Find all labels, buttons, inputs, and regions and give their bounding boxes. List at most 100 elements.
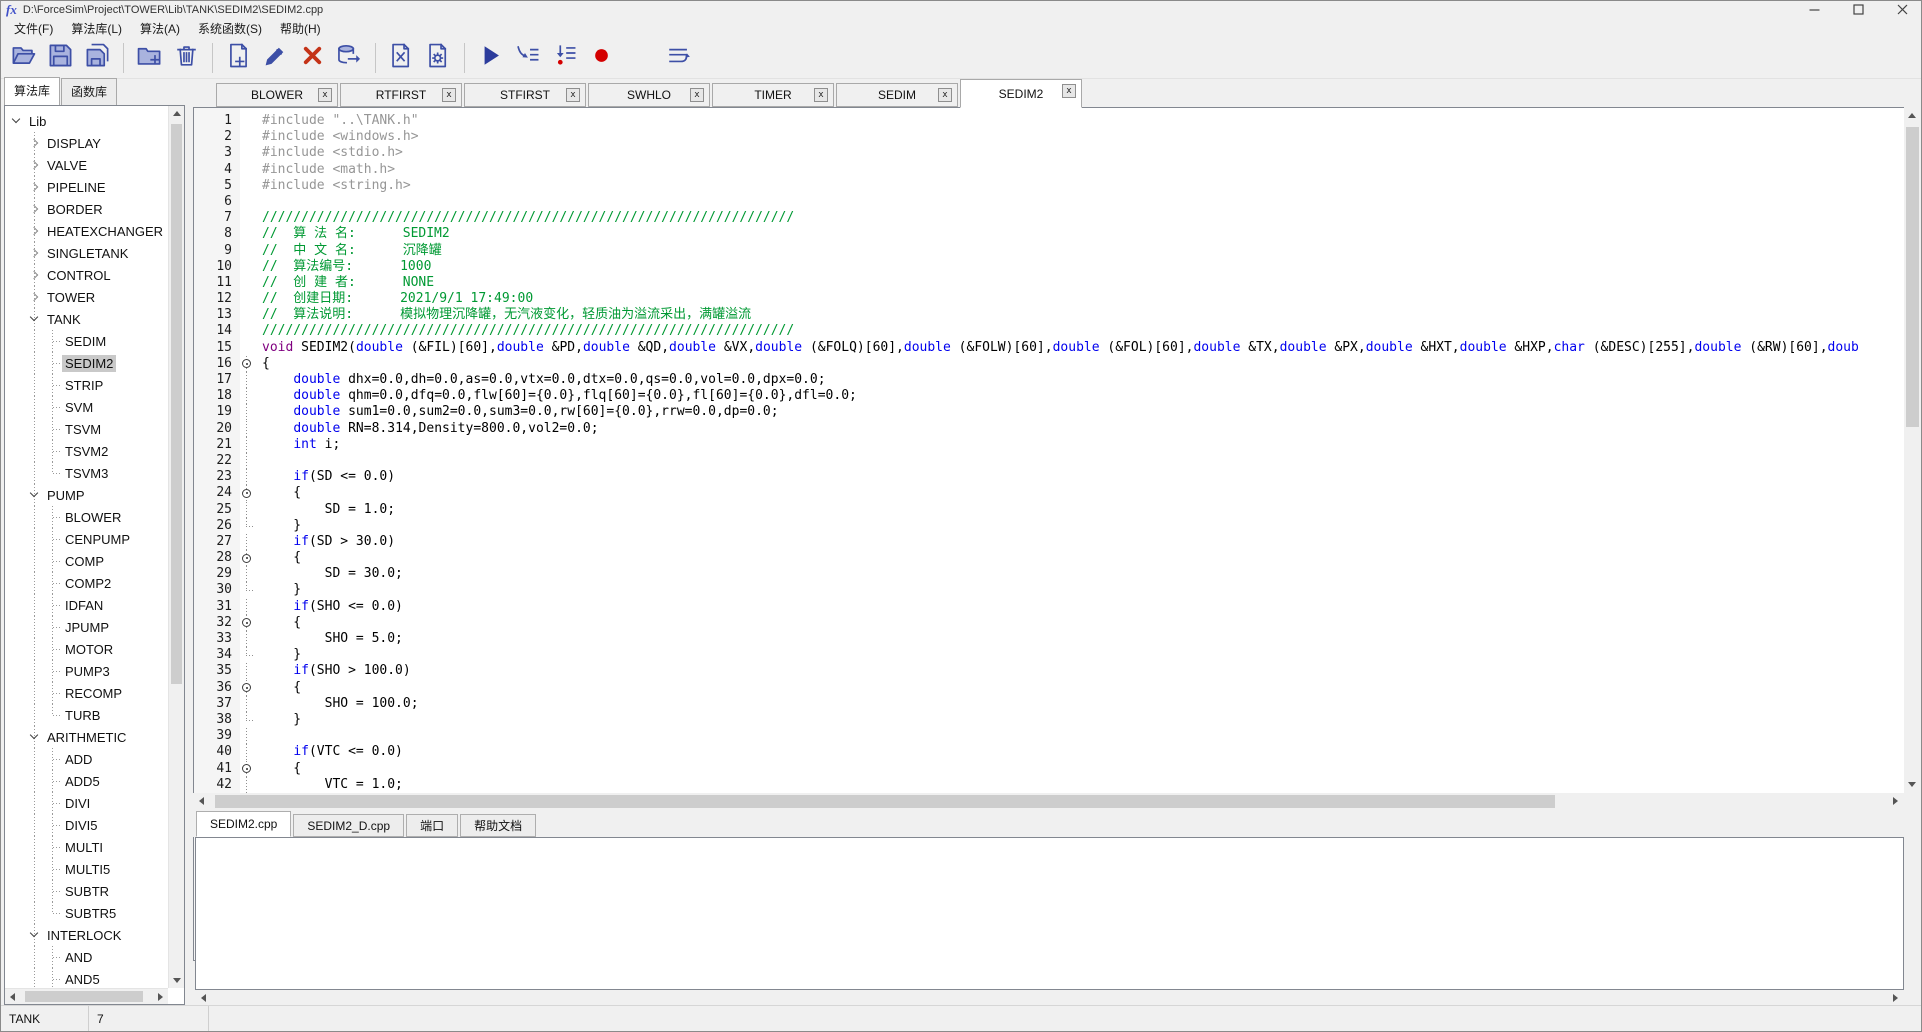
tree-item-DIVI5[interactable]: DIVI5 — [8, 814, 167, 836]
add-folder-button[interactable] — [131, 41, 168, 75]
tree-hscrollbar[interactable] — [5, 988, 168, 1004]
close-tab-icon[interactable]: x — [1062, 84, 1076, 98]
fold-marker[interactable] — [234, 615, 262, 631]
tree-vscroll-thumb[interactable] — [171, 124, 182, 684]
chevron-right-icon[interactable] — [26, 198, 44, 220]
tree-item-SVM[interactable]: SVM — [8, 396, 167, 418]
scroll-left-arrow-icon[interactable] — [10, 993, 15, 1001]
chevron-down-icon[interactable] — [26, 726, 44, 748]
tree-item-BORDER[interactable]: BORDER — [8, 198, 167, 220]
chevron-down-icon[interactable] — [26, 484, 44, 506]
tree-item-SEDIM2[interactable]: SEDIM2 — [8, 352, 167, 374]
chevron-right-icon[interactable] — [26, 242, 44, 264]
close-tab-icon[interactable]: x — [938, 88, 952, 102]
tree-item-COMP2[interactable]: COMP2 — [8, 572, 167, 594]
tree-item-MULTI[interactable]: MULTI — [8, 836, 167, 858]
tree-item-MOTOR[interactable]: MOTOR — [8, 638, 167, 660]
editor-tab-STFIRST[interactable]: STFIRSTx — [464, 83, 586, 107]
chevron-right-icon[interactable] — [26, 154, 44, 176]
fold-collapse-icon[interactable] — [242, 489, 251, 498]
chevron-down-icon[interactable] — [26, 924, 44, 946]
open-file-button[interactable] — [5, 41, 42, 75]
chevron-down-icon[interactable] — [26, 308, 44, 330]
chevron-right-icon[interactable] — [26, 220, 44, 242]
tree-item-PUMP[interactable]: PUMP — [8, 484, 167, 506]
tree-item-CENPUMP[interactable]: CENPUMP — [8, 528, 167, 550]
scroll-left-arrow-icon[interactable] — [199, 797, 204, 805]
doc-tab-帮助文档[interactable]: 帮助文档 — [460, 814, 536, 837]
tree-item-PIPELINE[interactable]: PIPELINE — [8, 176, 167, 198]
tree-item-HEATEXCHANGER[interactable]: HEATEXCHANGER — [8, 220, 167, 242]
scroll-right-arrow-icon[interactable] — [1893, 994, 1898, 1002]
output-panel[interactable] — [195, 837, 1904, 990]
tree-item-CONTROL[interactable]: CONTROL — [8, 264, 167, 286]
tree-item-DIVI[interactable]: DIVI — [8, 792, 167, 814]
tree-item-SINGLETANK[interactable]: SINGLETANK — [8, 242, 167, 264]
breakpoint-button[interactable] — [583, 41, 620, 75]
tree-item-TOWER[interactable]: TOWER — [8, 286, 167, 308]
tree-item-SEDIM[interactable]: SEDIM — [8, 330, 167, 352]
tree-item-BLOWER[interactable]: BLOWER — [8, 506, 167, 528]
step-over-button[interactable] — [546, 41, 583, 75]
fold-marker[interactable] — [234, 761, 262, 777]
close-tab-icon[interactable]: x — [442, 88, 456, 102]
export-library-button[interactable] — [331, 41, 368, 75]
tree-hscroll-thumb[interactable] — [25, 991, 143, 1002]
chevron-down-icon[interactable] — [8, 110, 26, 132]
fold-marker[interactable] — [234, 680, 262, 696]
menu-item-3[interactable]: 系统函数(S) — [189, 19, 271, 38]
step-into-button[interactable] — [509, 41, 546, 75]
chevron-right-icon[interactable] — [26, 264, 44, 286]
editor-vscrollbar[interactable] — [1904, 107, 1921, 793]
menu-item-2[interactable]: 算法(A) — [131, 19, 189, 38]
tree-item-STRIP[interactable]: STRIP — [8, 374, 167, 396]
close-tab-icon[interactable]: x — [690, 88, 704, 102]
tree-item-TSVM[interactable]: TSVM — [8, 418, 167, 440]
remove-button[interactable] — [294, 41, 331, 75]
editor-tab-TIMER[interactable]: TIMERx — [712, 83, 834, 107]
fold-collapse-icon[interactable] — [242, 359, 251, 368]
minimize-button[interactable] — [1803, 2, 1825, 17]
delete-button[interactable] — [168, 41, 205, 75]
scroll-right-arrow-icon[interactable] — [158, 993, 163, 1001]
chevron-right-icon[interactable] — [26, 286, 44, 308]
chevron-right-icon[interactable] — [26, 132, 44, 154]
tree-item-PUMP3[interactable]: PUMP3 — [8, 660, 167, 682]
tree-item-TSVM2[interactable]: TSVM2 — [8, 440, 167, 462]
tree-item-COMP[interactable]: COMP — [8, 550, 167, 572]
tree-item-JPUMP[interactable]: JPUMP — [8, 616, 167, 638]
menu-item-0[interactable]: 文件(F) — [5, 19, 62, 38]
fold-collapse-icon[interactable] — [242, 618, 251, 627]
left-tab-函数库[interactable]: 函数库 — [61, 78, 117, 105]
editor-tab-SEDIM[interactable]: SEDIMx — [836, 83, 958, 107]
editor-hscroll-thumb[interactable] — [215, 795, 1555, 808]
editor-tab-SWHLO[interactable]: SWHLOx — [588, 83, 710, 107]
scroll-up-arrow-icon[interactable] — [173, 111, 181, 116]
new-algorithm-button[interactable] — [220, 41, 257, 75]
tree-item-AND[interactable]: AND — [8, 946, 167, 968]
tree-item-INTERLOCK[interactable]: INTERLOCK — [8, 924, 167, 946]
tree-item-AND5[interactable]: AND5 — [8, 968, 167, 987]
fold-marker[interactable] — [234, 550, 262, 566]
run-to-line-button[interactable] — [660, 41, 697, 75]
tree-vscrollbar[interactable] — [168, 106, 184, 988]
tree-item-MULTI5[interactable]: MULTI5 — [8, 858, 167, 880]
close-tab-icon[interactable]: x — [814, 88, 828, 102]
tree-item-TANK[interactable]: TANK — [8, 308, 167, 330]
left-tab-算法库[interactable]: 算法库 — [4, 77, 60, 105]
fold-collapse-icon[interactable] — [242, 764, 251, 773]
menu-item-4[interactable]: 帮助(H) — [271, 19, 330, 38]
maximize-button[interactable] — [1847, 2, 1869, 17]
tree-item-TURB[interactable]: TURB — [8, 704, 167, 726]
save-button[interactable] — [42, 41, 79, 75]
fold-collapse-icon[interactable] — [242, 683, 251, 692]
scroll-left-arrow-icon[interactable] — [201, 994, 206, 1002]
tree-item-ADD5[interactable]: ADD5 — [8, 770, 167, 792]
tree-item-DISPLAY[interactable]: DISPLAY — [8, 132, 167, 154]
scroll-down-arrow-icon[interactable] — [1908, 782, 1916, 787]
tree-item-SUBTR[interactable]: SUBTR — [8, 880, 167, 902]
close-tab-icon[interactable]: x — [566, 88, 580, 102]
run-button[interactable] — [472, 41, 509, 75]
tree-item-ARITHMETIC[interactable]: ARITHMETIC — [8, 726, 167, 748]
fold-marker[interactable] — [234, 485, 262, 501]
